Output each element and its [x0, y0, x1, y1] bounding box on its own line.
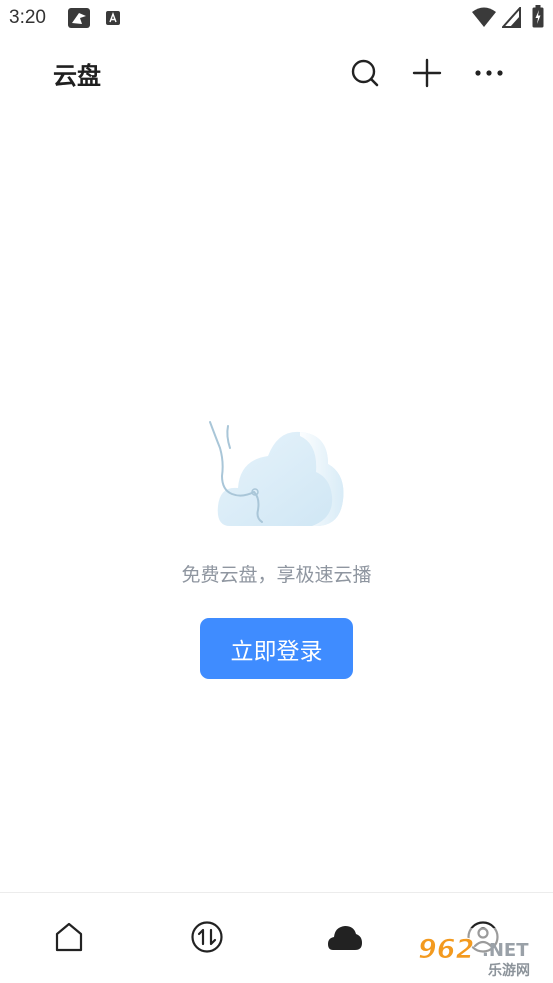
svg-text:.NET: .NET: [482, 940, 529, 961]
watermark-logo: 962 .NET 乐游网: [414, 928, 550, 978]
wifi-icon: [472, 7, 496, 27]
search-button[interactable]: [348, 56, 382, 90]
tab-home[interactable]: [51, 919, 87, 955]
watermark-text: 乐游网: [488, 962, 530, 978]
more-button[interactable]: [472, 56, 506, 90]
status-time: 3:20: [9, 7, 46, 28]
page-title: 云盘: [53, 62, 101, 90]
login-button[interactable]: 立即登录: [200, 618, 353, 679]
svg-text:962: 962: [418, 934, 474, 965]
more-icon: [475, 70, 503, 76]
plus-icon: [412, 58, 442, 88]
cloud-icon: [328, 926, 362, 950]
empty-message: 免费云盘，享极速云播: [181, 564, 372, 586]
app-header: 云盘: [0, 38, 553, 110]
app-notification-icon: [68, 8, 90, 28]
search-icon: [351, 59, 379, 87]
signal-icon: [502, 7, 521, 28]
transfer-icon: [191, 921, 223, 953]
tab-transfer[interactable]: [189, 919, 225, 955]
add-button[interactable]: [410, 56, 444, 90]
status-bar: 3:20: [0, 0, 553, 38]
battery-icon: [532, 5, 544, 28]
home-icon: [55, 922, 83, 952]
tab-cloud[interactable]: [327, 919, 363, 955]
cloud-illustration: [209, 421, 344, 526]
a-keyboard-icon: [106, 11, 120, 25]
